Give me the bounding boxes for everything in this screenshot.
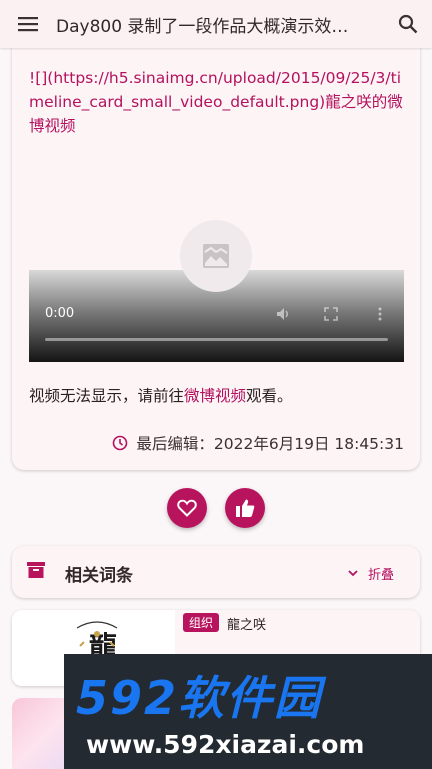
last-edited: 最后编辑：2022年6月19日 18:45:31	[112, 432, 404, 454]
menu-icon	[18, 17, 38, 32]
favorite-button[interactable]	[167, 488, 207, 528]
video-time: 0:00	[45, 306, 75, 321]
search-icon	[398, 14, 418, 34]
like-button[interactable]	[225, 488, 265, 528]
broken-image-icon	[203, 244, 229, 268]
video-placeholder	[180, 220, 252, 292]
clock-history-icon	[113, 435, 128, 451]
entry-thumbnail	[12, 698, 72, 769]
video-progress-bar[interactable]	[45, 338, 388, 341]
fold-button[interactable]: 折叠	[348, 564, 394, 583]
related-entries-card: 相关词条 折叠	[12, 546, 420, 598]
notice-prefix: 视频无法显示，请前往	[29, 387, 185, 405]
video-unavailable-notice: 视频无法显示，请前往微博视频观看。	[29, 384, 293, 406]
volume-button[interactable]	[273, 304, 293, 324]
watermark-url: www.592xiazai.com	[86, 730, 365, 759]
image-markdown-link[interactable]: ![](https://h5.sinaimg.cn/upload/2015/09…	[29, 66, 409, 138]
fullscreen-button[interactable]	[321, 304, 341, 324]
menu-button[interactable]	[0, 0, 56, 48]
fold-label: 折叠	[367, 568, 394, 583]
app-bar: Day800 录制了一段作品大概演示效…	[0, 0, 432, 48]
notice-suffix: 观看。	[246, 387, 293, 405]
archive-icon	[27, 562, 45, 578]
last-edited-label: 最后编辑：2022年6月19日 18:45:31	[136, 435, 404, 453]
related-entries-title: 相关词条	[65, 566, 133, 586]
volume-icon	[277, 308, 288, 320]
chevron-down-icon	[348, 570, 358, 577]
entry-name: 龍之咲	[227, 618, 267, 633]
search-button[interactable]	[384, 0, 432, 48]
weibo-video-link[interactable]: 微博视频	[184, 387, 246, 405]
thumb-up-icon	[236, 499, 255, 517]
watermark-brand: 592软件园	[76, 671, 323, 725]
watermark-overlay: 592软件园 www.592xiazai.com	[64, 654, 432, 769]
more-options-button[interactable]	[370, 304, 390, 324]
more-vert-icon	[378, 307, 382, 321]
page-title: Day800 录制了一段作品大概演示效…	[56, 16, 349, 37]
entry-tag: 组织	[183, 613, 220, 632]
heart-icon	[177, 499, 197, 517]
fullscreen-icon	[324, 307, 338, 321]
